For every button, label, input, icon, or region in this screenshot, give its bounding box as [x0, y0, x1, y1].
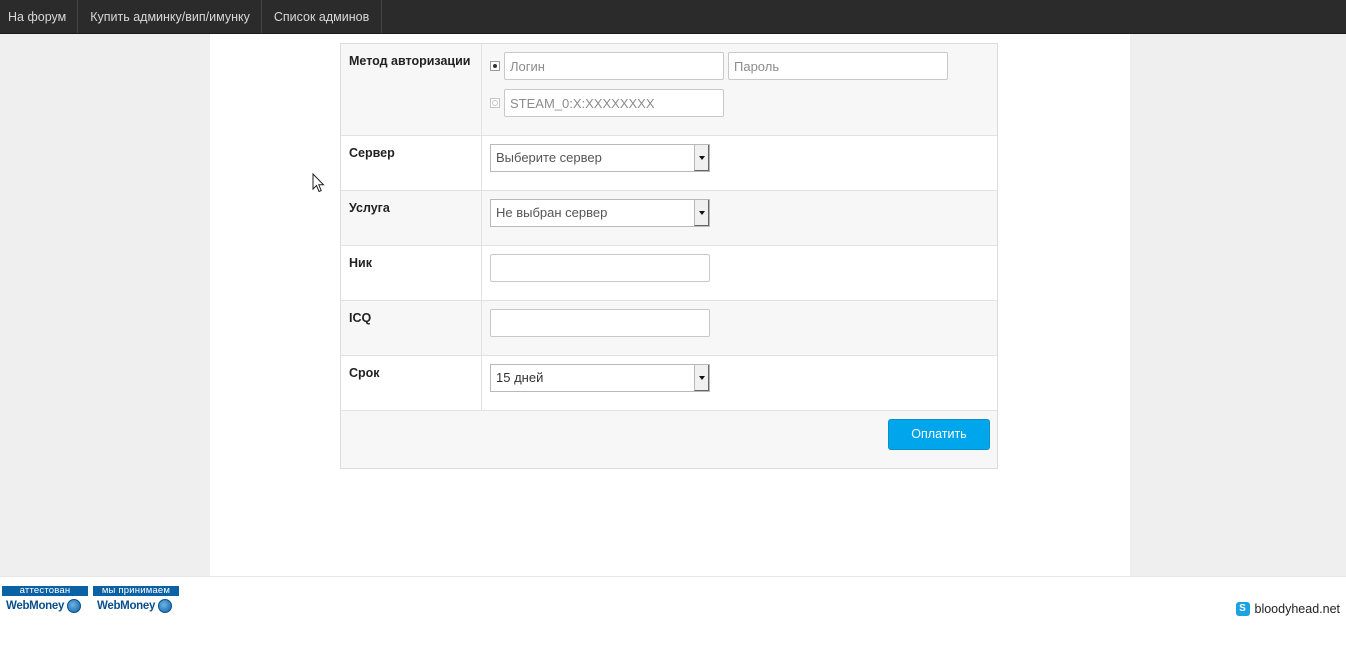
service-row: Услуга Не выбран сервер — [341, 191, 997, 246]
server-row: Сервер Выберите сервер — [341, 136, 997, 191]
nick-input[interactable] — [490, 254, 710, 282]
webmoney-accept-badge[interactable]: мы принимаем WebMoney — [93, 586, 179, 616]
submit-row: Оплатить — [341, 411, 997, 468]
skype-icon: S — [1235, 602, 1250, 616]
server-select[interactable]: Выберите сервер — [490, 144, 710, 172]
service-label: Услуга — [341, 191, 482, 245]
login-radio[interactable] — [490, 61, 500, 71]
service-select[interactable]: Не выбран сервер — [490, 199, 710, 227]
badge-brand: WebMoney — [6, 600, 65, 612]
server-label: Сервер — [341, 136, 482, 190]
purchase-form: Метод авторизации Сервер Выберите сервер… — [340, 43, 998, 469]
skype-contact-label: bloodyhead.net — [1254, 602, 1341, 616]
nick-row: Ник — [341, 246, 997, 301]
top-navigation: На форум Купить админку/вип/имунку Списо… — [0, 0, 1346, 34]
password-input[interactable] — [728, 52, 948, 80]
pay-button[interactable]: Оплатить — [888, 419, 990, 450]
nav-forum-link[interactable]: На форум — [0, 0, 79, 33]
icq-label: ICQ — [341, 301, 482, 355]
webmoney-attested-badge[interactable]: аттестован WebMoney — [2, 586, 88, 616]
term-select-value: 15 дней — [496, 370, 544, 385]
nav-buy-admin-link[interactable]: Купить админку/вип/имунку — [78, 0, 262, 33]
icq-row: ICQ — [341, 301, 997, 356]
webmoney-globe-icon — [158, 599, 173, 613]
icq-input[interactable] — [490, 309, 710, 337]
nav-admin-list-link[interactable]: Список админов — [262, 0, 383, 33]
steam-id-input[interactable] — [504, 89, 724, 117]
chevron-down-icon[interactable] — [694, 145, 709, 171]
webmoney-globe-icon — [67, 599, 82, 613]
mouse-cursor-icon — [312, 173, 325, 193]
term-select[interactable]: 15 дней — [490, 364, 710, 392]
auth-method-row: Метод авторизации — [341, 44, 997, 136]
chevron-down-icon[interactable] — [694, 200, 709, 226]
login-input[interactable] — [504, 52, 724, 80]
skype-contact-link[interactable]: S bloodyhead.net — [1235, 602, 1341, 616]
term-label: Срок — [341, 356, 482, 410]
badge-caption: аттестован — [2, 586, 88, 596]
badge-brand: WebMoney — [97, 600, 156, 612]
server-select-value: Выберите сервер — [496, 150, 602, 165]
nick-label: Ник — [341, 246, 482, 300]
footer: аттестован WebMoney мы принимаем WebMone… — [0, 576, 1346, 646]
service-select-value: Не выбран сервер — [496, 205, 608, 220]
auth-method-label: Метод авторизации — [341, 44, 482, 135]
steam-radio[interactable] — [490, 98, 500, 108]
chevron-down-icon[interactable] — [694, 365, 709, 391]
auth-method-fields — [482, 44, 997, 135]
badge-caption: мы принимаем — [93, 586, 179, 596]
term-row: Срок 15 дней — [341, 356, 997, 411]
